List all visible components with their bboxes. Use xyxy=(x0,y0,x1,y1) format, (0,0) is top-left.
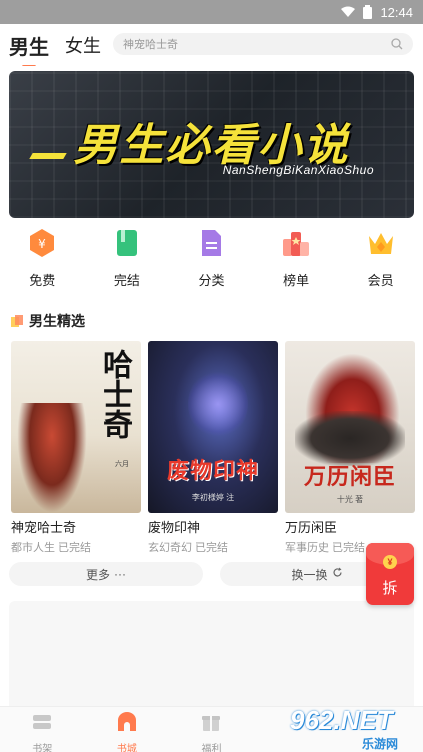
quick-nav-label: 榜单 xyxy=(283,273,310,288)
section-marker-icon xyxy=(11,315,23,327)
ranking-icon xyxy=(281,228,311,258)
section-title: 男生精选 xyxy=(29,313,85,329)
book-title[interactable]: 废物印神 xyxy=(148,517,278,536)
top-header: 男生 女生 神宠哈士奇 xyxy=(0,24,423,66)
quick-nav-vip[interactable]: 会员 xyxy=(338,228,423,292)
main-content: 男生必看小说 NanShengBiKanXiaoShuo ¥ 免费 完结 分类 xyxy=(0,66,423,711)
nav-bookstore[interactable]: 书城 xyxy=(85,707,170,752)
section-actions: 更多 ··· 换一换 xyxy=(9,562,414,586)
red-envelope-button[interactable]: ¥ 拆 xyxy=(366,543,414,605)
quick-nav-label: 会员 xyxy=(367,273,394,288)
envelope-label: 拆 xyxy=(382,580,398,597)
nav-label: 福利 xyxy=(201,744,222,752)
watermark-logo: 962.NET xyxy=(290,705,393,735)
nav-label: 书城 xyxy=(116,744,137,752)
coin-icon: ¥ xyxy=(383,555,397,569)
coin-badge-icon: ¥ xyxy=(27,228,57,258)
bookstore-icon xyxy=(116,712,138,737)
quick-nav-label: 完结 xyxy=(113,273,140,288)
gift-icon xyxy=(200,712,222,737)
document-icon xyxy=(196,228,226,258)
cover-author: 六月 xyxy=(115,461,129,468)
ellipsis-icon: ··· xyxy=(114,567,126,581)
battery-icon xyxy=(363,5,373,19)
quick-nav-label: 免费 xyxy=(29,273,56,288)
quick-nav: ¥ 免费 完结 分类 榜单 会员 xyxy=(0,228,423,292)
book-title[interactable]: 万历闲臣 xyxy=(285,517,415,536)
refresh-icon xyxy=(332,567,343,581)
book-meta: 玄幻奇幻 已完结 xyxy=(148,542,229,554)
watermark-text: 乐游网 xyxy=(362,737,399,751)
cover-author: 十光 著 xyxy=(336,495,364,504)
tab-female[interactable]: 女生 xyxy=(65,32,101,58)
tab-male[interactable]: 男生 xyxy=(9,31,49,60)
search-placeholder: 神宠哈士奇 xyxy=(123,39,178,51)
cover-glow xyxy=(188,369,248,439)
svg-text:¥: ¥ xyxy=(38,237,46,251)
cover-title: 万历闲臣 xyxy=(303,464,396,489)
cover-title: 哈士奇 xyxy=(98,349,131,439)
wifi-icon xyxy=(341,6,356,18)
quick-nav-free[interactable]: ¥ 免费 xyxy=(0,228,85,292)
book-meta: 都市人生 已完结 xyxy=(11,542,92,554)
book-card[interactable]: 万历闲臣 十光 著 万历闲臣 军事历史 已完结 xyxy=(285,341,415,555)
quick-nav-label: 分类 xyxy=(198,273,225,288)
search-input[interactable]: 神宠哈士奇 xyxy=(113,33,413,55)
cover-figure xyxy=(17,403,87,513)
book-card[interactable]: 哈士奇 六月 神宠哈士奇 都市人生 已完结 xyxy=(11,341,141,555)
status-time: 12:44 xyxy=(380,4,413,20)
book-cover[interactable]: 万历闲臣 十光 著 xyxy=(285,341,415,513)
crown-icon xyxy=(366,228,396,258)
more-button[interactable]: 更多 ··· xyxy=(9,562,203,586)
section-header: 男生精选 xyxy=(11,311,85,331)
search-icon[interactable] xyxy=(391,38,403,53)
nav-bookshelf[interactable]: 书架 xyxy=(0,707,85,752)
book-icon xyxy=(112,228,142,258)
book-title[interactable]: 神宠哈士奇 xyxy=(11,517,141,536)
site-watermark: 962.NET 乐游网 xyxy=(284,703,423,752)
cover-author: 李初様婷 注 xyxy=(191,493,235,502)
quick-nav-finished[interactable]: 完结 xyxy=(85,228,170,292)
status-bar: 12:44 xyxy=(0,0,423,24)
nav-label: 书架 xyxy=(32,744,53,752)
book-card[interactable]: 废物印神 李初様婷 注 废物印神 玄幻奇幻 已完结 xyxy=(148,341,278,555)
nav-welfare[interactable]: 福利 xyxy=(169,707,254,752)
cover-title: 废物印神 xyxy=(166,458,259,483)
book-list: 哈士奇 六月 神宠哈士奇 都市人生 已完结 废物印神 李初様婷 注 废物印神 玄… xyxy=(11,341,416,555)
promo-banner[interactable]: 男生必看小说 NanShengBiKanXiaoShuo xyxy=(9,71,414,218)
refresh-label: 换一换 xyxy=(291,567,328,582)
next-section-placeholder xyxy=(9,601,414,711)
quick-nav-category[interactable]: 分类 xyxy=(169,228,254,292)
cover-horse xyxy=(295,411,405,466)
quick-nav-ranking[interactable]: 榜单 xyxy=(254,228,339,292)
book-cover[interactable]: 哈士奇 六月 xyxy=(11,341,141,513)
banner-subtitle: NanShengBiKanXiaoShuo xyxy=(222,163,374,177)
more-label: 更多 xyxy=(85,567,110,582)
bookshelf-icon xyxy=(31,712,53,737)
book-cover[interactable]: 废物印神 李初様婷 注 xyxy=(148,341,278,513)
